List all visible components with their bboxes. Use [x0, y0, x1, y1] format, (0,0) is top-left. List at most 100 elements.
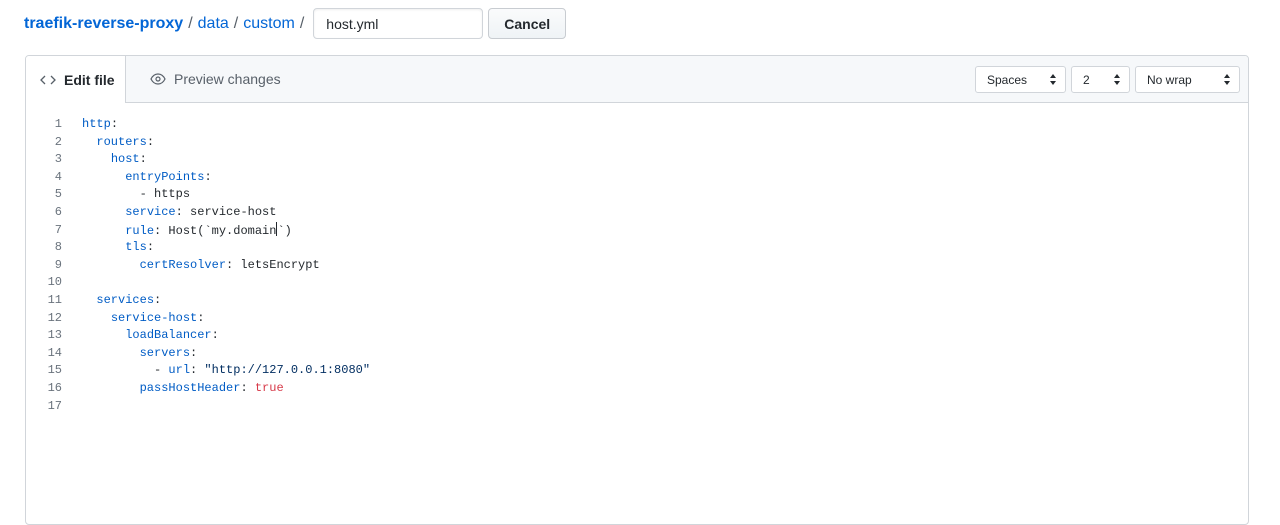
tab-edit-file[interactable]: Edit file — [26, 56, 126, 103]
yaml-colon: : — [146, 134, 155, 149]
line-content: entryPoints: — [62, 169, 211, 187]
yaml-key: servers — [139, 345, 191, 360]
yaml-colon: : — [175, 204, 183, 219]
line-content: routers: — [62, 134, 154, 152]
code-editor[interactable]: 1 http: 2 routers: 3 host: 4 entryPoints: 5 -… — [26, 103, 1248, 415]
code-line[interactable]: 15 - url: "http://127.0.0.1:8080" — [26, 362, 1248, 380]
breadcrumb-separator: / — [188, 14, 193, 32]
line-content: servers: — [62, 345, 198, 363]
code-line[interactable]: 9 certResolver: letsEncrypt — [26, 257, 1248, 275]
line-number: 3 — [54, 152, 62, 167]
line-number: 13 — [47, 328, 62, 343]
line-number: 15 — [47, 363, 62, 378]
code-line[interactable]: 14 servers: — [26, 345, 1248, 363]
yaml-key: routers — [96, 134, 147, 149]
breadcrumb-data-link[interactable]: data — [198, 15, 229, 33]
breadcrumb: traefik-reverse-proxy / data / custom / … — [24, 8, 567, 39]
yaml-value: - https — [139, 187, 191, 202]
line-number: 16 — [47, 380, 62, 395]
line-number: 2 — [54, 134, 62, 149]
select-caret-icon — [1223, 73, 1231, 89]
code-line[interactable]: 16 passHostHeader: true — [26, 380, 1248, 398]
select-caret-icon — [1049, 73, 1057, 89]
breadcrumb-custom-link[interactable]: custom — [243, 15, 295, 33]
tab-edit-file-label: Edit file — [64, 71, 115, 88]
code-line[interactable]: 17 — [26, 398, 1248, 416]
indent-mode-select[interactable]: Spaces — [975, 66, 1066, 93]
line-number: 8 — [54, 240, 62, 255]
code-line[interactable]: 4 entryPoints: — [26, 169, 1248, 187]
code-line[interactable]: 13 loadBalancer: — [26, 327, 1248, 345]
code-line[interactable]: 6 service: service-host — [26, 204, 1248, 222]
eye-icon — [150, 73, 166, 85]
yaml-key: tls — [125, 240, 147, 255]
yaml-key: rule — [125, 223, 155, 238]
yaml-key: url — [168, 363, 191, 378]
line-content: certResolver: letsEncrypt — [62, 257, 320, 275]
breadcrumb-repo-link[interactable]: traefik-reverse-proxy — [24, 15, 183, 33]
list-dash: - — [154, 363, 169, 378]
cancel-button[interactable]: Cancel — [488, 8, 567, 39]
yaml-colon: : — [146, 240, 155, 255]
code-icon — [40, 74, 56, 86]
select-caret-icon — [1113, 73, 1121, 89]
line-number: 17 — [47, 398, 62, 413]
code-line[interactable]: 8 tls: — [26, 239, 1248, 257]
line-content: services: — [62, 292, 161, 310]
line-number: 6 — [54, 204, 62, 219]
yaml-key: service-host — [110, 310, 198, 325]
code-line[interactable]: 12 service-host: — [26, 310, 1248, 328]
line-number: 5 — [54, 187, 62, 202]
filename-input[interactable] — [313, 8, 484, 39]
tab-preview-changes-label: Preview changes — [174, 71, 281, 87]
code-line[interactable]: 1 http: — [26, 116, 1248, 134]
line-content: service-host: — [62, 310, 205, 328]
code-line[interactable]: 7 rule: Host(`my.domain`) — [26, 221, 1248, 240]
line-content — [62, 274, 82, 292]
line-content: - https — [62, 186, 190, 204]
yaml-colon: : — [190, 345, 198, 360]
yaml-key: certResolver — [139, 257, 227, 272]
code-line[interactable]: 10 — [26, 274, 1248, 292]
indent-size-select[interactable]: 2 — [1071, 66, 1130, 93]
breadcrumb-separator: / — [299, 14, 305, 32]
indent-size-value: 2 — [1083, 72, 1090, 87]
editor-header: Edit file Preview changes Spaces 2 No wr… — [26, 56, 1248, 103]
wrap-mode-select[interactable]: No wrap — [1135, 66, 1240, 93]
wrap-mode-value: No wrap — [1147, 72, 1192, 87]
line-content: - url: "http://127.0.0.1:8080" — [62, 362, 370, 380]
line-number: 14 — [47, 345, 62, 360]
line-content: tls: — [62, 239, 154, 257]
line-content: http: — [62, 116, 118, 134]
breadcrumb-separator: / — [233, 14, 239, 32]
indent-mode-value: Spaces — [987, 72, 1028, 87]
line-number: 12 — [47, 310, 62, 325]
yaml-value: service-host — [182, 204, 277, 219]
yaml-colon: : — [154, 292, 162, 307]
yaml-colon: : — [240, 380, 248, 395]
line-content: host: — [62, 151, 147, 169]
line-content: passHostHeader: true — [62, 380, 284, 398]
line-number: 4 — [54, 169, 62, 184]
yaml-key: entryPoints — [125, 169, 205, 184]
yaml-value: letsEncrypt — [233, 257, 320, 272]
yaml-key: services — [96, 292, 155, 307]
tab-preview-changes[interactable]: Preview changes — [150, 56, 281, 102]
code-line[interactable]: 2 routers: — [26, 134, 1248, 152]
code-line[interactable]: 3 host: — [26, 151, 1248, 169]
yaml-key: service — [125, 204, 176, 219]
yaml-key: loadBalancer — [125, 328, 212, 343]
code-line[interactable]: 11 services: — [26, 292, 1248, 310]
code-line[interactable]: 5 - https — [26, 186, 1248, 204]
